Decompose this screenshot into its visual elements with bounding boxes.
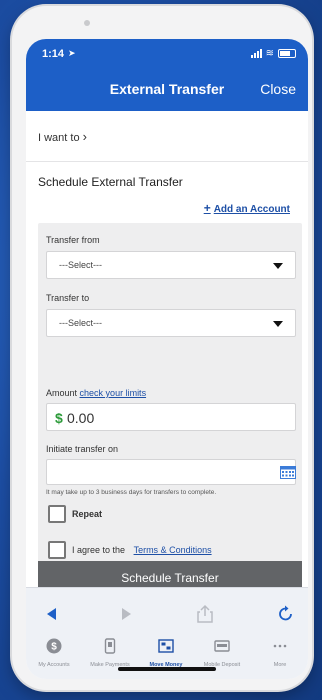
repeat-label: Repeat (72, 509, 103, 519)
i-want-to-label: I want to (38, 132, 80, 144)
calendar-icon[interactable] (280, 465, 296, 479)
transfer-from-select[interactable]: ---Select--- (46, 251, 296, 279)
tab-mobile-deposit[interactable]: Mobile Deposit (194, 638, 250, 668)
bottom-bar: $ My Accounts Make Payments Move Money M… (26, 587, 308, 679)
i-want-to-row[interactable]: I want to › (26, 111, 308, 162)
move-money-icon (158, 639, 174, 653)
signal-icon (250, 49, 262, 58)
tab-make-payments[interactable]: Make Payments (82, 638, 138, 668)
phone-frame: 1:14 ➤ ≋ External Transfer Close I want … (12, 6, 312, 690)
tab-my-accounts[interactable]: $ My Accounts (26, 638, 82, 668)
location-arrow-icon: ➤ (68, 48, 76, 58)
transfer-to-select[interactable]: ---Select--- (46, 309, 296, 337)
status-time: 1:14 (42, 48, 65, 60)
speaker-dot (84, 20, 90, 26)
repeat-checkbox[interactable] (48, 505, 66, 523)
i-want-to-text: I want to › (38, 129, 87, 144)
transfer-form: Transfer from ---Select--- Transfer to -… (38, 223, 302, 569)
deposit-icon (214, 640, 230, 652)
chevron-right-icon: › (82, 129, 87, 144)
agree-label: I agree to the (72, 545, 126, 555)
date-hint: It may take up to 3 business days for tr… (46, 489, 217, 496)
amount-label-row: Amount check your limits (46, 388, 146, 398)
more-icon (273, 644, 287, 648)
status-icons: ≋ (250, 48, 296, 59)
browser-nav (26, 604, 308, 628)
share-icon[interactable] (195, 604, 215, 624)
tab-move-money[interactable]: Move Money (138, 638, 194, 668)
tab-more[interactable]: More (252, 638, 308, 668)
header-bar: 1:14 ➤ ≋ External Transfer Close (26, 39, 308, 111)
forward-arrow-icon[interactable] (116, 604, 136, 624)
section-title: Schedule External Transfer (38, 175, 183, 189)
terms-link[interactable]: Terms & Conditions (134, 545, 212, 555)
chevron-down-icon (273, 263, 283, 269)
close-button[interactable]: Close (260, 81, 296, 97)
transfer-to-label: Transfer to (46, 293, 90, 303)
agree-checkbox[interactable] (48, 541, 66, 559)
check-limits-link[interactable]: check your limits (80, 388, 147, 398)
add-account-label: Add an Account (213, 204, 290, 215)
chevron-down-icon (273, 321, 283, 327)
add-account-link[interactable]: + Add an Account (204, 201, 290, 215)
tab-label: More (273, 662, 287, 668)
transfer-from-value: ---Select--- (59, 260, 102, 270)
svg-text:$: $ (51, 642, 57, 653)
amount-input[interactable]: $ 0.00 (46, 403, 296, 431)
amount-label: Amount (46, 388, 78, 398)
payment-icon (104, 638, 116, 654)
battery-icon (278, 49, 296, 58)
date-input[interactable] (46, 459, 296, 485)
home-indicator (118, 667, 216, 671)
back-arrow-icon[interactable] (42, 604, 62, 624)
screen: 1:14 ➤ ≋ External Transfer Close I want … (26, 39, 308, 679)
wifi-icon: ≋ (265, 48, 274, 59)
amount-value: 0.00 (67, 410, 95, 426)
dollar-circle-icon: $ (46, 638, 62, 654)
date-label: Initiate transfer on (46, 444, 119, 454)
transfer-to-value: ---Select--- (59, 318, 102, 328)
dollar-sign: $ (55, 410, 63, 426)
refresh-icon[interactable] (276, 604, 296, 624)
plus-icon: + (203, 201, 211, 215)
agree-row: I agree to the Terms & Conditions (72, 545, 212, 555)
tab-label: My Accounts (38, 662, 70, 668)
transfer-from-label: Transfer from (46, 235, 100, 245)
